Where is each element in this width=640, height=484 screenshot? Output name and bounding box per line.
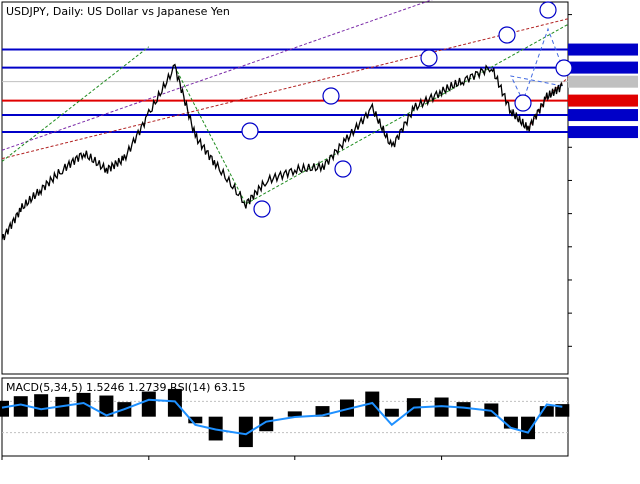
wave-label-minor-circle xyxy=(241,122,259,140)
macd-bar xyxy=(521,416,536,440)
wave-label-minor-circle xyxy=(555,59,573,77)
level-price-box xyxy=(568,109,638,122)
wave-label-minor-circle xyxy=(498,26,516,44)
wave-label-minor-circle xyxy=(322,87,340,105)
indicator-label: MACD(5,34,5) 1.5246 1.2739 RSI(14) 63.15 xyxy=(6,381,245,394)
level-price-box xyxy=(568,43,638,56)
chart-title: USDJPY, Daily: US Dollar vs Japanese Yen xyxy=(6,5,230,18)
chart-canvas: USDJPY, Daily: US Dollar vs Japanese Yen… xyxy=(0,0,640,480)
macd-bar xyxy=(141,391,156,417)
macd-bar xyxy=(34,394,49,417)
wave-label-minor-circle xyxy=(334,160,352,178)
level-price-box xyxy=(568,94,638,107)
wave-label-minor-circle xyxy=(514,94,532,112)
wave-label-minor-circle xyxy=(420,49,438,67)
macd-bar xyxy=(0,400,9,417)
wave-label-minor-circle xyxy=(253,200,271,218)
macd-bar xyxy=(456,402,471,417)
level-price-box xyxy=(568,61,638,74)
current-price-box xyxy=(568,75,638,88)
macd-bar xyxy=(384,408,399,417)
level-price-box xyxy=(568,126,638,139)
wave-label-minor-circle xyxy=(539,1,557,19)
chart-window: USDJPY, Daily: US Dollar vs Japanese Yen… xyxy=(0,0,640,480)
